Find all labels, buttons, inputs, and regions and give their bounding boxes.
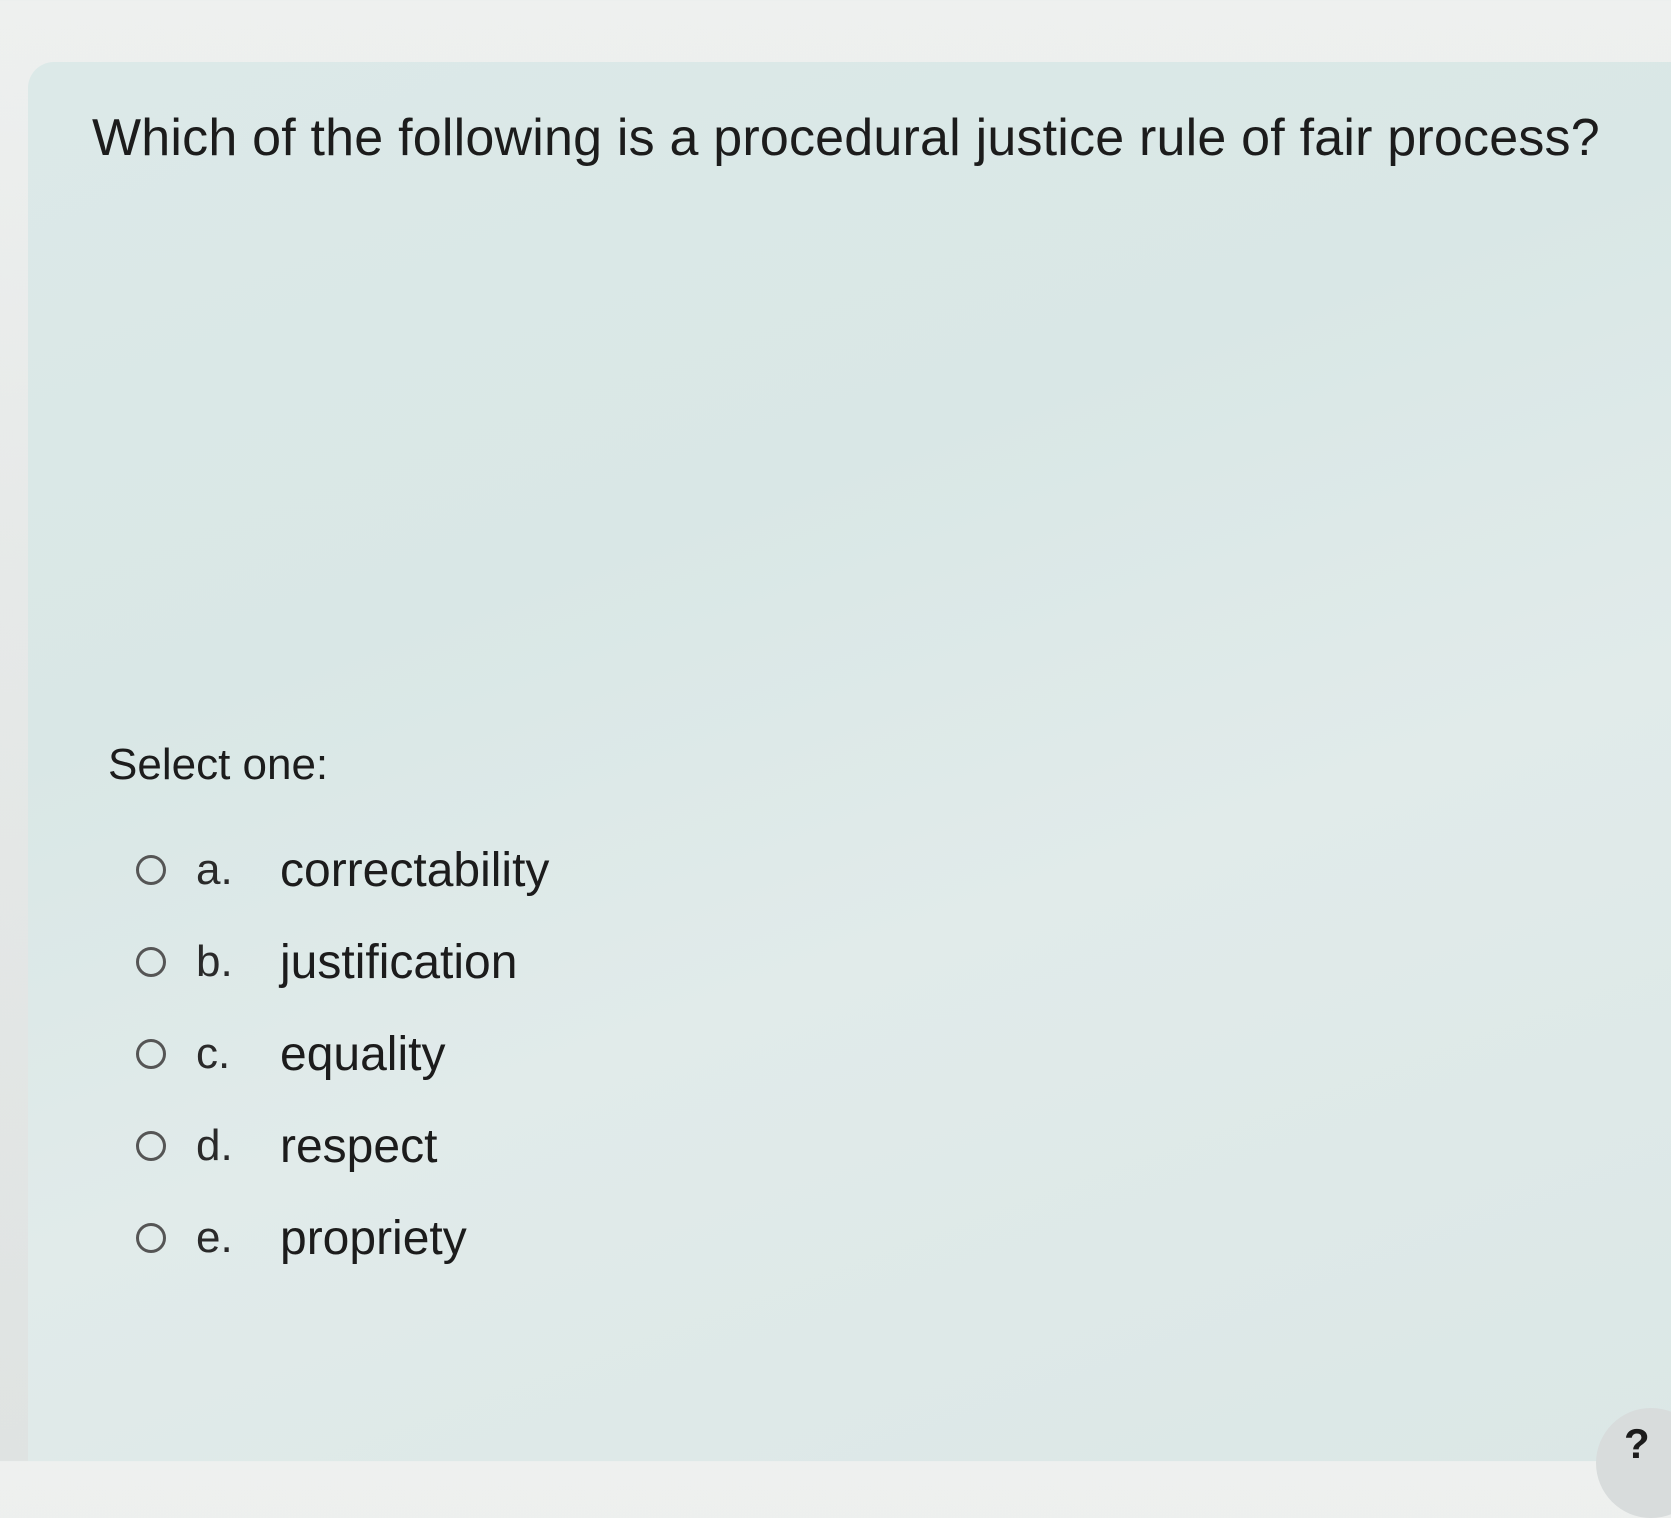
option-label[interactable]: respect: [280, 1119, 437, 1174]
option-letter: d.: [196, 1121, 233, 1170]
option-letter: a.: [196, 845, 233, 894]
option-label[interactable]: justification: [280, 935, 517, 990]
option-letter: e.: [196, 1213, 233, 1262]
option-label[interactable]: equality: [280, 1027, 445, 1082]
radio-button-icon[interactable]: [136, 1223, 166, 1253]
radio-button-icon[interactable]: [136, 1039, 166, 1069]
question-text: Which of the following is a procedural j…: [92, 109, 1600, 167]
option-c[interactable]: c. equality: [136, 1024, 445, 1084]
option-d[interactable]: d. respect: [136, 1116, 437, 1176]
radio-button-icon[interactable]: [136, 855, 166, 885]
option-e[interactable]: e. propriety: [136, 1208, 467, 1268]
option-letter: b.: [196, 937, 233, 986]
option-letter: c.: [196, 1029, 231, 1078]
radio-button-icon[interactable]: [136, 1131, 166, 1161]
option-label[interactable]: propriety: [280, 1211, 467, 1266]
option-b[interactable]: b. justification: [136, 932, 517, 992]
option-a[interactable]: a. correctability: [136, 840, 549, 900]
select-one-label: Select one:: [108, 740, 329, 789]
option-label[interactable]: correctability: [280, 843, 549, 898]
radio-button-icon[interactable]: [136, 947, 166, 977]
